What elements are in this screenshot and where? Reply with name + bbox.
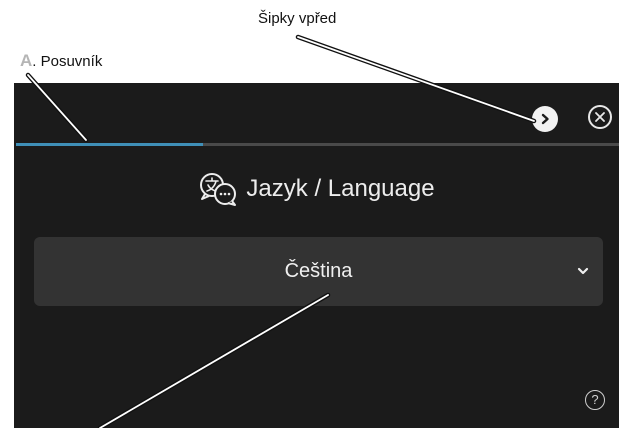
close-icon	[595, 112, 605, 122]
progress-slider-fill	[16, 143, 203, 146]
chevron-right-icon	[541, 113, 549, 125]
close-button[interactable]	[588, 105, 612, 129]
annotation-slider: A. Posuvník	[20, 51, 102, 71]
annotation-letter-a: A	[20, 51, 33, 70]
help-button[interactable]: ?	[585, 390, 605, 410]
page-title: Jazyk / Language	[246, 175, 435, 202]
language-dropdown[interactable]: Čeština	[34, 237, 603, 306]
forward-button[interactable]	[532, 106, 558, 132]
help-icon: ?	[591, 392, 599, 407]
annotation-slider-label: . Posuvník	[32, 53, 103, 70]
language-icon	[200, 173, 237, 206]
page-header: Jazyk / Language	[14, 169, 619, 209]
chevron-down-icon	[577, 267, 589, 275]
language-dropdown-value: Čeština	[284, 260, 353, 282]
progress-slider	[16, 143, 619, 146]
language-screen: Jazyk / Language Čeština ?	[14, 83, 619, 428]
annotation-forward-arrows: Šipky vpřed	[258, 10, 337, 27]
